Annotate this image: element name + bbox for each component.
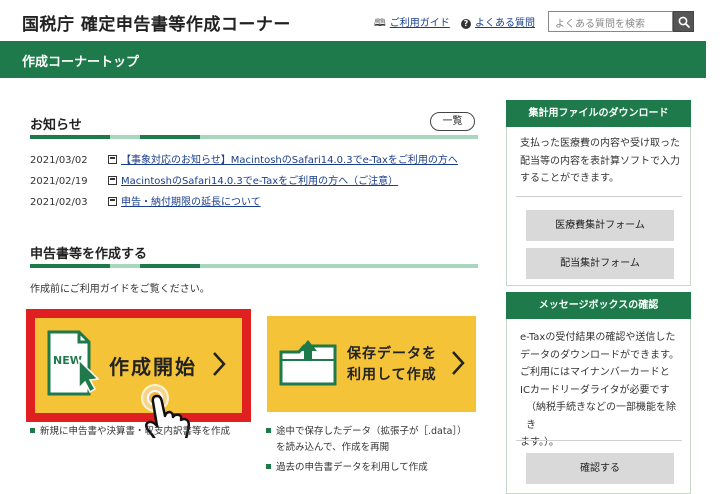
search-icon bbox=[678, 16, 691, 29]
messagebox-text-line: ICカードリーダライタが必要です bbox=[520, 384, 670, 396]
saved-label-line2: 利用して作成 bbox=[347, 367, 437, 383]
saved-bullet: 過去の申告書データを利用して作成 bbox=[266, 460, 428, 476]
document-icon bbox=[108, 197, 117, 206]
messagebox-text-line: （納税手続きなどの一部機能を除き bbox=[526, 402, 676, 431]
use-saved-data-label: 保存データを 利用して作成 bbox=[347, 344, 437, 386]
start-creation-button[interactable]: NEW 作成開始 bbox=[35, 318, 242, 438]
site-header: 国税庁 確定申告書等作成コーナー 🕮 ご利用ガイド ? よくある質問 よくある質問を… bbox=[0, 0, 722, 42]
download-panel-text: 支払った医療費の内容や受け取った 配当等の内容を表計算ソフトで入力 することがで… bbox=[520, 135, 685, 188]
search-input[interactable]: よくある質問を検索 bbox=[548, 11, 673, 32]
use-saved-data-button[interactable]: 保存データを 利用して作成 bbox=[267, 316, 476, 412]
news-item: 2021/03/02 【事象対応のお知らせ】MacintoshのSafari14.… bbox=[30, 151, 458, 166]
news-link[interactable]: 申告・納付期限の延長について bbox=[121, 197, 261, 208]
messagebox-panel-title: メッセージボックスの確認 bbox=[506, 292, 691, 319]
new-badge: NEW bbox=[53, 354, 82, 367]
start-bullet-text: 新規に申告書や決算書・収支内訳書等を作成 bbox=[40, 426, 231, 437]
saved-bullet-text: 過去の申告書データを利用して作成 bbox=[276, 462, 428, 473]
question-icon: ? bbox=[461, 19, 471, 29]
search-button[interactable] bbox=[673, 11, 694, 32]
faq-link-label: よくある質問 bbox=[475, 18, 535, 29]
messagebox-text-line: e-Taxの受付結果の確認や送信した bbox=[520, 332, 676, 343]
download-text-line: 支払った医療費の内容や受け取った bbox=[520, 138, 680, 149]
saved-bullet-text: 途中で保存したデータ（拡張子が［.data］） bbox=[276, 426, 467, 437]
check-messages-button[interactable]: 確認する bbox=[526, 453, 674, 484]
saved-bullet: 途中で保存したデータ（拡張子が［.data］） bbox=[266, 424, 467, 440]
messagebox-text-line: ご利用にはマイナンバーカードと bbox=[520, 367, 670, 378]
news-date: 2021/02/19 bbox=[30, 176, 88, 187]
book-icon: 🕮 bbox=[374, 18, 386, 29]
saved-label-line1: 保存データを bbox=[347, 346, 437, 362]
download-panel-title: 集計用ファイルのダウンロード bbox=[506, 100, 691, 127]
breadcrumb-bar: 作成コーナートップ bbox=[0, 41, 706, 78]
divider bbox=[516, 196, 682, 197]
news-link[interactable]: 【事象対応のお知らせ】MacintoshのSafari14.0.3でe-Taxを… bbox=[121, 155, 458, 166]
messagebox-text-line: データのダウンロードができます。 bbox=[520, 349, 679, 361]
bullet-icon bbox=[30, 428, 35, 433]
notices-title: お知らせ bbox=[30, 118, 82, 133]
start-bullet: 新規に申告書や決算書・収支内訳書等を作成 bbox=[30, 424, 230, 440]
news-link[interactable]: MacintoshのSafari14.0.3でe-Taxをご利用の方へ（ご注意） bbox=[121, 176, 398, 187]
notices-divider bbox=[30, 135, 478, 139]
news-item: 2021/02/19 MacintoshのSafari14.0.3でe-Taxをご… bbox=[30, 172, 398, 187]
messagebox-panel-text: e-Taxの受付結果の確認や送信した データのダウンロードができます。 ご利用に… bbox=[520, 329, 685, 452]
chevron-right-icon bbox=[452, 351, 465, 375]
news-date: 2021/02/03 bbox=[30, 197, 88, 208]
page-title: 作成コーナートップ bbox=[22, 55, 140, 70]
saved-bullet-cont: を読み込んで、作成を再開 bbox=[276, 442, 390, 453]
bullet-icon bbox=[266, 464, 271, 469]
document-icon bbox=[108, 155, 117, 164]
notices-list-button[interactable]: 一覧 bbox=[430, 112, 475, 131]
faq-link[interactable]: ? よくある質問 bbox=[461, 14, 535, 29]
guide-link-label: ご利用ガイド bbox=[389, 18, 450, 29]
folder-upload-icon bbox=[279, 340, 337, 386]
download-text-line: 配当等の内容を表計算ソフトで入力 bbox=[520, 155, 680, 167]
messagebox-text-line: ます。）。 bbox=[520, 437, 559, 448]
divider bbox=[516, 440, 682, 441]
guide-note: 作成前にご利用ガイドをご覧ください。 bbox=[30, 284, 210, 295]
medical-expense-form-button[interactable]: 医療費集計フォーム bbox=[526, 210, 674, 241]
create-section-title: 申告書等を作成する bbox=[30, 247, 148, 262]
bullet-icon bbox=[266, 428, 271, 433]
news-item: 2021/02/03 申告・納付期限の延長について bbox=[30, 193, 261, 208]
guide-link[interactable]: 🕮 ご利用ガイド bbox=[374, 14, 450, 33]
create-divider bbox=[30, 264, 478, 268]
new-document-icon: NEW bbox=[47, 330, 100, 396]
news-date: 2021/03/02 bbox=[30, 155, 88, 166]
download-text-line: することができます。 bbox=[520, 173, 619, 184]
document-icon bbox=[108, 176, 117, 185]
dividend-form-button[interactable]: 配当集計フォーム bbox=[526, 248, 674, 279]
site-title[interactable]: 国税庁 確定申告書等作成コーナー bbox=[22, 10, 291, 35]
